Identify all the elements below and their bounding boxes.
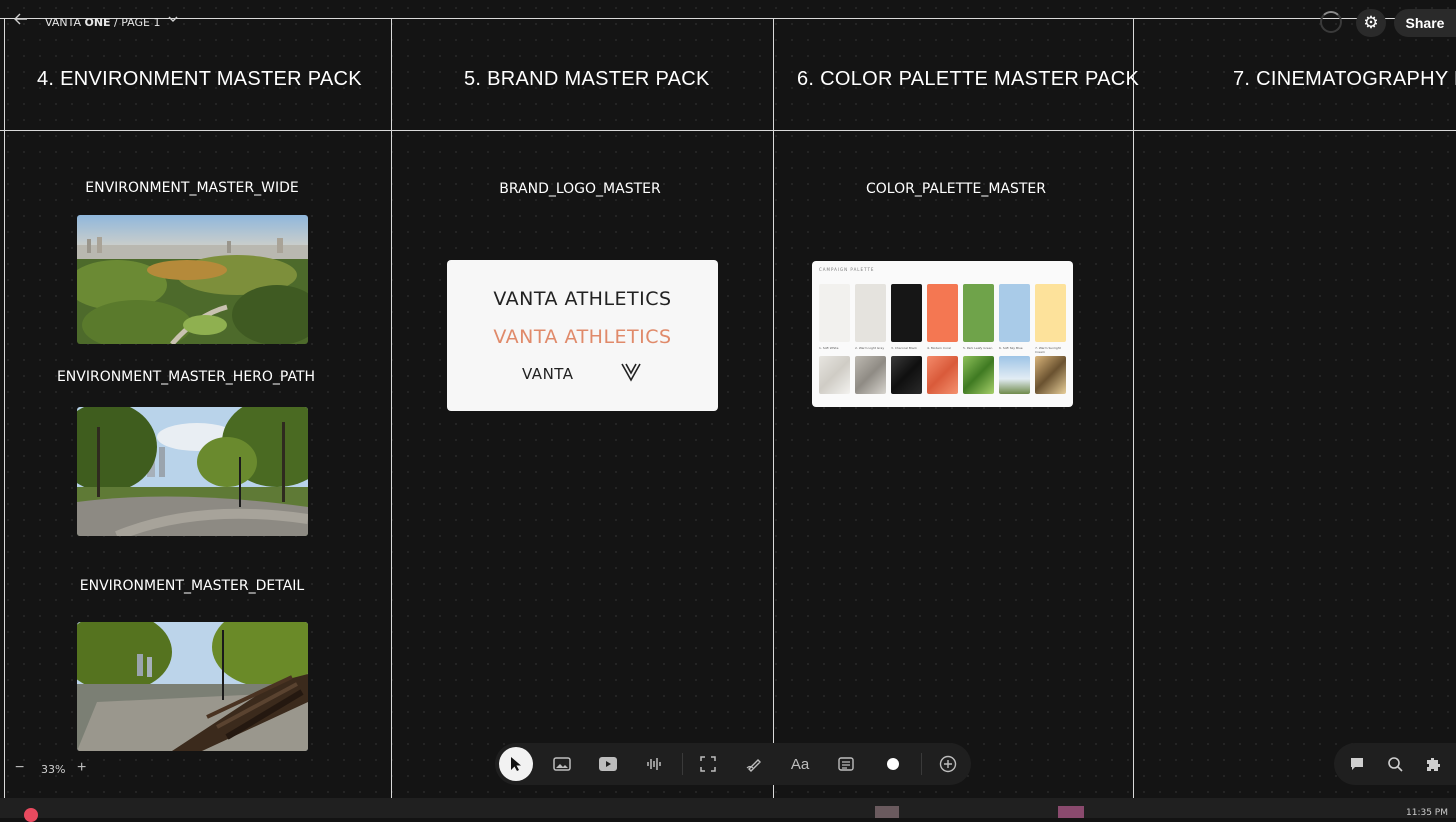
board-canvas[interactable]: 4. ENVIRONMENT MASTER PACK 5. BRAND MAST…	[0, 0, 1456, 798]
color-dot-icon	[887, 758, 899, 770]
column-title-brand: 5. BRAND MASTER PACK	[464, 68, 710, 90]
toolbar-separator	[682, 753, 683, 775]
column-divider	[1133, 18, 1134, 798]
brand-logo-card[interactable]: VANTA ATHLETICS VANTA ATHLETICS VANTA	[447, 260, 718, 411]
breadcrumb[interactable]: VANTA ONE / PAGE 1	[45, 16, 160, 29]
header-divider-line	[0, 130, 1456, 131]
gear-icon[interactable]: ⚙	[1356, 9, 1386, 37]
palette-swatch	[1035, 284, 1066, 342]
taskbar-app-icon[interactable]	[1058, 806, 1084, 818]
search-icon	[1388, 757, 1403, 772]
breadcrumb-project: ONE	[84, 16, 111, 29]
palette-swatch-name: 1. Soft White	[819, 346, 839, 350]
asset-label-color-palette: COLOR_PALETTE_MASTER	[866, 181, 1046, 197]
image-tool-button[interactable]	[545, 747, 579, 781]
column-divider	[4, 18, 5, 798]
column-divider	[391, 18, 392, 798]
palette-texture-sample	[927, 356, 958, 394]
palette-swatch-name: 2. Warm Light Gray	[855, 346, 885, 350]
brand-v-logo-icon	[621, 362, 641, 387]
brand-wordmark-dark: VANTA ATHLETICS	[493, 288, 672, 310]
color-tool-button[interactable]	[876, 747, 910, 781]
palette-texture-sample	[999, 356, 1030, 394]
palette-texture-sample	[891, 356, 922, 394]
palette-texture-sample	[963, 356, 994, 394]
color-palette-card[interactable]: CAMPAIGN PALETTE 1. Soft White 2. Warm L…	[812, 261, 1073, 407]
plugins-button[interactable]	[1421, 751, 1447, 777]
waveform-icon	[647, 758, 661, 770]
loading-spinner-icon	[1320, 11, 1342, 33]
breadcrumb-brand: VANTA	[45, 16, 81, 29]
environment-detail-image[interactable]	[77, 622, 308, 751]
palette-texture-sample	[1035, 356, 1066, 394]
column-title-cinematography: 7. CINEMATOGRAPHY M	[1233, 68, 1456, 90]
note-icon	[838, 757, 854, 771]
palette-swatch	[927, 284, 958, 342]
palette-swatch-name: 7. Warm Sunlight Cream	[1035, 346, 1061, 354]
bottom-toolbar: Aa	[495, 743, 971, 785]
pen-icon	[746, 759, 761, 772]
audio-tool-button[interactable]	[637, 747, 671, 781]
palette-swatch	[819, 284, 850, 342]
add-button[interactable]	[931, 747, 965, 781]
zoom-out-button[interactable]: −	[15, 759, 24, 777]
comment-button[interactable]	[1344, 751, 1370, 777]
cursor-icon	[511, 757, 521, 771]
chevron-down-icon[interactable]	[167, 13, 179, 28]
taskbar-app-icon[interactable]	[875, 806, 899, 818]
brand-short-wordmark: VANTA	[522, 365, 574, 383]
palette-swatch	[891, 284, 922, 342]
asset-label-brand-logo: BRAND_LOGO_MASTER	[499, 181, 661, 197]
frame-icon	[700, 756, 716, 772]
comment-icon	[1351, 758, 1363, 770]
palette-swatch-name: 6. Soft Sky Blue	[999, 346, 1023, 350]
column-title-color-palette: 6. COLOR PALETTE MASTER PACK	[797, 68, 1140, 90]
brand-wordmark-accent: VANTA ATHLETICS	[493, 326, 672, 348]
palette-swatch	[855, 284, 886, 342]
puzzle-icon	[1427, 758, 1440, 771]
palette-swatch	[999, 284, 1030, 342]
search-button[interactable]	[1382, 751, 1408, 777]
palette-swatch-name: 4. Modern Coral	[927, 346, 951, 350]
column-title-environment: 4. ENVIRONMENT MASTER PACK	[37, 68, 362, 90]
column-divider	[773, 18, 774, 798]
text-tool-button[interactable]: Aa	[783, 747, 817, 781]
breadcrumb-page: / PAGE 1	[114, 16, 161, 29]
os-taskbar: 11:35 PM	[0, 798, 1456, 822]
right-toolbar	[1334, 743, 1456, 785]
frame-tool-button[interactable]	[691, 747, 725, 781]
zoom-in-button[interactable]: +	[77, 759, 86, 777]
clock-time: 11:35 PM	[1406, 808, 1448, 818]
share-button[interactable]: Share	[1394, 9, 1456, 37]
draw-tool-button[interactable]	[737, 747, 771, 781]
top-bar: VANTA ONE / PAGE 1 ⚙ Share	[0, 0, 1456, 44]
palette-swatch-name: 5. Park Leafy Green	[963, 346, 993, 350]
palette-swatch-name: 3. Charcoal Black	[891, 346, 918, 350]
environment-hero-path-image[interactable]	[77, 407, 308, 536]
play-icon	[599, 757, 617, 771]
arrow-left-icon[interactable]	[14, 12, 32, 32]
toolbar-separator	[921, 753, 922, 775]
environment-wide-image[interactable]	[77, 215, 308, 344]
asset-label-environment-hero-path: ENVIRONMENT_MASTER_HERO_PATH	[56, 369, 316, 385]
asset-label-environment-detail: ENVIRONMENT_MASTER_DETAIL	[79, 578, 305, 594]
palette-swatch	[963, 284, 994, 342]
palette-card-title: CAMPAIGN PALETTE	[819, 267, 875, 272]
video-tool-button[interactable]	[591, 747, 625, 781]
select-tool-button[interactable]	[499, 747, 533, 781]
note-tool-button[interactable]	[829, 747, 863, 781]
plus-circle-icon	[939, 755, 957, 773]
palette-texture-sample	[819, 356, 850, 394]
image-icon	[553, 757, 571, 771]
asset-label-environment-wide: ENVIRONMENT_MASTER_WIDE	[85, 180, 299, 196]
notification-badge	[24, 808, 38, 822]
zoom-level[interactable]: 33%	[41, 763, 65, 776]
palette-texture-sample	[855, 356, 886, 394]
